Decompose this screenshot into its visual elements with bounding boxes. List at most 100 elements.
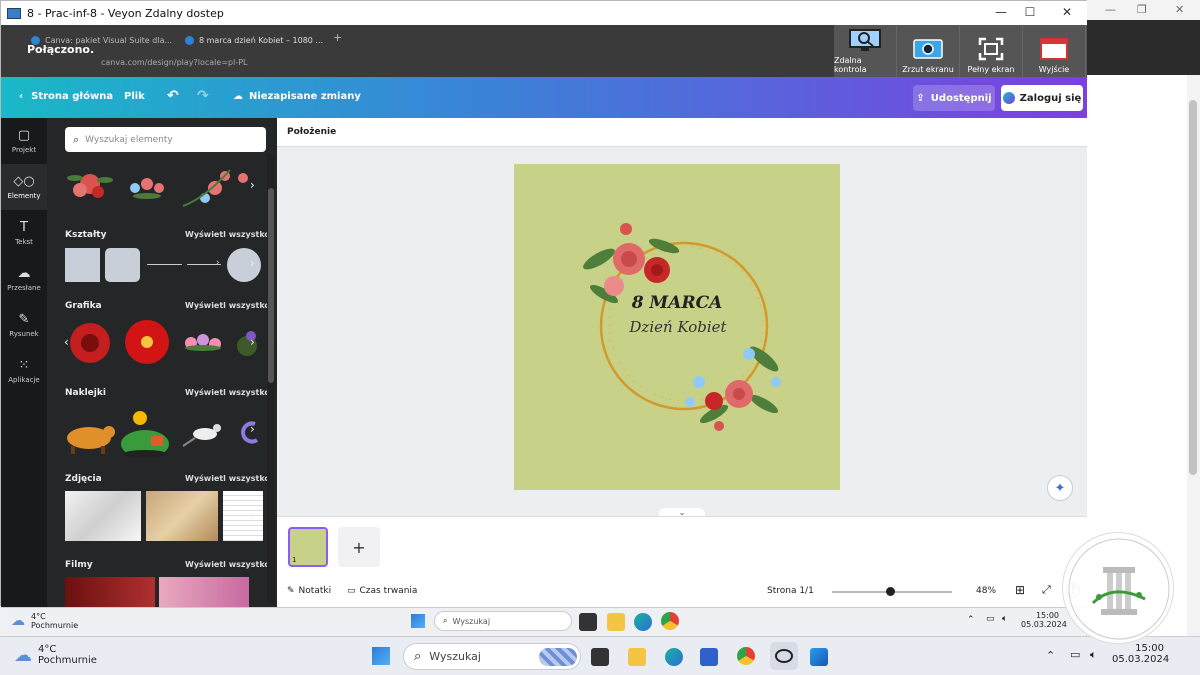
video-thumb-pink[interactable]: [159, 577, 249, 607]
chevron-up-icon[interactable]: ⌃: [967, 615, 975, 625]
chevron-left-icon[interactable]: ‹: [64, 335, 69, 349]
windows-start-icon[interactable]: [411, 614, 425, 628]
redo-icon[interactable]: ↷: [197, 88, 209, 104]
duration-button[interactable]: ▭ Czas trwania: [347, 586, 417, 596]
login-button[interactable]: Zaloguj się: [1001, 85, 1083, 111]
video-thumb-red[interactable]: [65, 577, 155, 607]
page-indicator[interactable]: Strona 1/1: [767, 586, 814, 596]
cloud-off-icon: ☁: [233, 91, 243, 102]
weather-widget[interactable]: ☁ 4°C Pochmurnie: [14, 644, 97, 666]
address-bar[interactable]: canva.com/design/play?locale=pl-PL: [101, 58, 247, 67]
design-canvas[interactable]: 8 MARCA Dzień Kobiet: [514, 164, 840, 490]
shape-circle[interactable]: [227, 248, 261, 282]
view-all-photos-link[interactable]: Wyświetl wszystko: [185, 474, 270, 483]
rail-item-project[interactable]: ▢ Projekt: [1, 118, 47, 164]
file-explorer-icon[interactable]: [628, 648, 646, 666]
remote-weather-widget[interactable]: ☁ 4°C Pochmurnie: [11, 612, 78, 630]
cloud-upload-icon: ☁: [17, 266, 31, 281]
file-menu[interactable]: Plik: [124, 91, 145, 102]
rail-item-apps[interactable]: ⁙ Aplikacje: [1, 348, 47, 394]
clock[interactable]: 15:00 05.03.2024: [1112, 643, 1169, 665]
chrome-icon[interactable]: [737, 647, 755, 665]
apps-grid-icon: ⁙: [18, 358, 30, 373]
chevron-right-icon[interactable]: ›: [250, 422, 255, 436]
chevron-right-icon[interactable]: ›: [250, 508, 255, 522]
zoom-slider-handle[interactable]: [886, 587, 895, 596]
fullscreen-icon[interactable]: ⤢: [1042, 583, 1051, 597]
magic-assistant-button[interactable]: ✦: [1047, 475, 1073, 501]
design-subtitle: Dzień Kobiet: [628, 318, 727, 336]
taskbar-search[interactable]: ⌕ Wyszukaj: [403, 643, 581, 670]
browser-tab-design[interactable]: 8 marca dzień Kobiet – 1080 ...: [179, 29, 329, 51]
windows-start-icon[interactable]: [372, 647, 390, 665]
minimize-icon[interactable]: —: [1105, 3, 1116, 16]
edge-icon[interactable]: [665, 648, 683, 666]
network-icon[interactable]: ▭: [1070, 648, 1080, 661]
stickers-row[interactable]: [65, 406, 265, 458]
view-all-graphics-link[interactable]: Wyświetl wszystko: [185, 301, 270, 310]
chevron-up-icon[interactable]: ⌃: [1046, 649, 1055, 662]
photo-grid-paper[interactable]: [223, 491, 263, 541]
photos-icon[interactable]: [810, 648, 828, 666]
add-page-button[interactable]: +: [338, 527, 380, 567]
network-icon[interactable]: ▭: [986, 614, 995, 624]
share-button[interactable]: ⇪ Udostępnij: [913, 85, 995, 111]
veyon-taskbar-button[interactable]: [770, 642, 798, 670]
background-scrollbar[interactable]: [1189, 100, 1197, 475]
watermark-seal-logo: [1062, 532, 1174, 644]
shape-square[interactable]: [65, 248, 100, 282]
view-all-shapes-link[interactable]: Wyświetl wszystko: [185, 230, 270, 239]
close-icon[interactable]: ✕: [1175, 3, 1184, 16]
exit-button[interactable]: Wyjście: [1023, 25, 1086, 77]
home-button[interactable]: ‹ Strona główna: [19, 91, 113, 102]
shape-rounded-square[interactable]: [105, 248, 140, 282]
photo-paper-texture[interactable]: [65, 491, 141, 541]
chevron-right-icon[interactable]: ›: [250, 178, 255, 192]
remote-control-button[interactable]: Zdalna kontrola: [834, 25, 897, 77]
elements-search-input[interactable]: ⌕ Wyszukaj elementy: [65, 127, 266, 152]
edge-icon[interactable]: [634, 613, 652, 631]
speaker-icon[interactable]: 🔈︎: [1090, 648, 1097, 662]
speaker-icon[interactable]: 🔈︎: [1002, 614, 1007, 624]
panel-scrollbar[interactable]: [267, 153, 275, 605]
taskbar: ☁ 4°C Pochmurnie ⌕ Wyszukaj ⌃ ▭ 🔈︎ 15:00 05…: [0, 636, 1200, 675]
maximize-icon[interactable]: ☐: [1020, 5, 1040, 19]
search-highlight-icon: [539, 648, 577, 666]
task-view-icon[interactable]: [591, 648, 609, 666]
task-view-icon[interactable]: [579, 613, 597, 631]
position-button[interactable]: Położenie: [287, 127, 336, 137]
page-thumbnail[interactable]: 1: [288, 527, 328, 567]
restore-icon[interactable]: ❐: [1137, 3, 1147, 16]
rail-item-draw[interactable]: ✎ Rysunek: [1, 302, 47, 348]
new-tab-icon[interactable]: +: [333, 31, 342, 44]
graphics-row[interactable]: [65, 318, 265, 370]
rail-item-text[interactable]: T Tekst: [1, 210, 47, 256]
screenshot-button[interactable]: Zrzut ekranu: [897, 25, 960, 77]
grid-view-icon[interactable]: ⊞: [1015, 583, 1025, 597]
flower-elements-row[interactable]: [65, 160, 265, 212]
rail-item-elements[interactable]: ◇○ Elementy: [1, 164, 47, 210]
shape-line[interactable]: [147, 264, 182, 265]
remote-taskbar-search[interactable]: ⌕ Wyszukaj: [434, 611, 572, 631]
undo-icon[interactable]: ↶: [167, 88, 179, 104]
minimize-icon[interactable]: —: [991, 5, 1011, 19]
remote-clock[interactable]: 15:00 05.03.2024: [1021, 611, 1067, 629]
notes-icon: ✎: [287, 586, 295, 596]
rail-item-uploads[interactable]: ☁ Przesłane: [1, 256, 47, 302]
view-all-stickers-link[interactable]: Wyświetl wszystko: [185, 388, 270, 397]
zoom-level[interactable]: 48%: [976, 586, 996, 596]
panel-scrollbar-thumb[interactable]: [268, 188, 274, 383]
file-explorer-icon[interactable]: [607, 613, 625, 631]
arrow-head-icon: ›: [216, 258, 220, 268]
photo-parchment[interactable]: [146, 491, 218, 541]
store-icon[interactable]: [700, 648, 718, 666]
notes-button[interactable]: ✎ Notatki: [287, 586, 331, 596]
canva-header: ‹ Strona główna Plik ↶ ↷ ☁ Niezapisane zmi…: [1, 77, 1087, 118]
camera-icon: [911, 37, 945, 61]
close-icon[interactable]: ✕: [1057, 5, 1077, 19]
chevron-right-icon[interactable]: ›: [250, 256, 255, 270]
chevron-right-icon[interactable]: ›: [250, 335, 255, 349]
view-all-videos-link[interactable]: Wyświetl wszystko: [185, 560, 270, 569]
fullscreen-button[interactable]: Pełny ekran: [960, 25, 1023, 77]
chrome-icon[interactable]: [661, 612, 679, 630]
